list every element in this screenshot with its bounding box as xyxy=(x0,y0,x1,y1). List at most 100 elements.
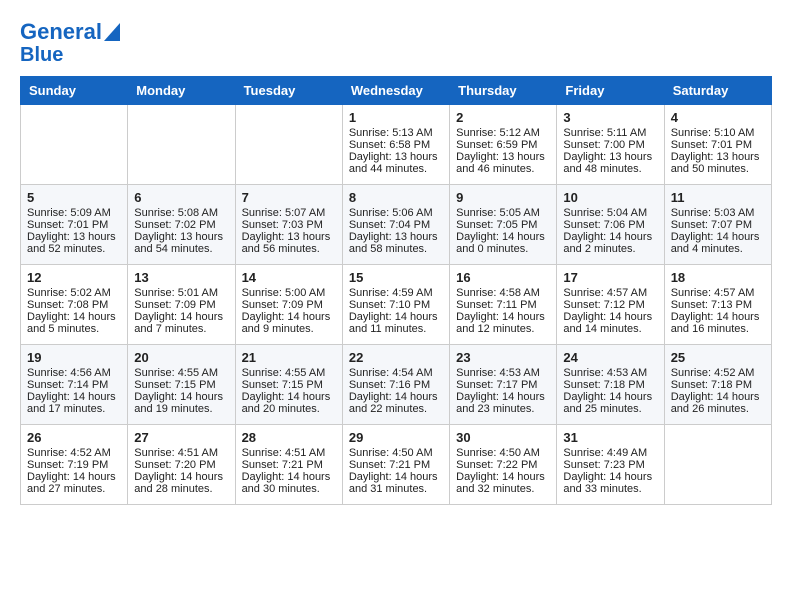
calendar-body: 1Sunrise: 5:13 AMSunset: 6:58 PMDaylight… xyxy=(21,105,772,505)
weekday-header: Saturday xyxy=(664,77,771,105)
calendar-cell: 14Sunrise: 5:00 AMSunset: 7:09 PMDayligh… xyxy=(235,265,342,345)
day-number: 4 xyxy=(671,110,765,125)
daylight-text: Daylight: 14 hours and 23 minutes. xyxy=(456,391,550,415)
day-number: 29 xyxy=(349,430,443,445)
page-header: General Blue xyxy=(20,20,772,66)
sunrise-text: Sunrise: 4:49 AM xyxy=(563,447,657,459)
calendar-cell: 25 Sunrise: 4:52 AMSunset: 7:18 PMDayligh… xyxy=(664,345,771,425)
calendar-cell: 29 Sunrise: 4:50 AMSunset: 7:21 PMDayligh… xyxy=(342,425,449,505)
logo-blue-text: Blue xyxy=(20,44,120,66)
day-number: 15 xyxy=(349,270,443,285)
day-number: 14 xyxy=(242,270,336,285)
daylight-text: Daylight: 14 hours and 31 minutes. xyxy=(349,471,443,495)
daylight-text: Daylight: 13 hours and 56 minutes. xyxy=(242,231,336,255)
logo: General Blue xyxy=(20,20,120,66)
daylight-text: Daylight: 13 hours and 50 minutes. xyxy=(671,151,765,175)
sunset-text: Sunset: 7:16 PM xyxy=(349,379,443,391)
daylight-text: Daylight: 13 hours and 44 minutes. xyxy=(349,151,443,175)
sunrise-text: Sunrise: 5:10 AM xyxy=(671,127,765,139)
sunset-text: Sunset: 7:23 PM xyxy=(563,459,657,471)
sunrise-text: Sunrise: 4:53 AM xyxy=(456,367,550,379)
sunrise-text: Sunrise: 4:50 AM xyxy=(349,447,443,459)
weekday-header: Tuesday xyxy=(235,77,342,105)
sunrise-text: Sunrise: 4:54 AM xyxy=(349,367,443,379)
sunrise-text: Sunrise: 4:59 AM xyxy=(349,287,443,299)
calendar-cell: 12Sunrise: 5:02 AMSunset: 7:08 PMDayligh… xyxy=(21,265,128,345)
sunrise-text: Sunrise: 4:56 AM xyxy=(27,367,121,379)
sunset-text: Sunset: 7:15 PM xyxy=(134,379,228,391)
sunset-text: Sunset: 7:15 PM xyxy=(242,379,336,391)
calendar-cell: 2Sunrise: 5:12 AMSunset: 6:59 PMDaylight… xyxy=(450,105,557,185)
daylight-text: Daylight: 14 hours and 12 minutes. xyxy=(456,311,550,335)
day-number: 13 xyxy=(134,270,228,285)
calendar-cell: 22Sunrise: 4:54 AMSunset: 7:16 PMDayligh… xyxy=(342,345,449,425)
day-number: 27 xyxy=(134,430,228,445)
calendar-cell: 26 Sunrise: 4:52 AMSunset: 7:19 PMDayligh… xyxy=(21,425,128,505)
sunset-text: Sunset: 7:21 PM xyxy=(242,459,336,471)
sunset-text: Sunset: 7:04 PM xyxy=(349,219,443,231)
day-number: 7 xyxy=(242,190,336,205)
daylight-text: Daylight: 14 hours and 22 minutes. xyxy=(349,391,443,415)
sunrise-text: Sunrise: 4:52 AM xyxy=(27,447,121,459)
day-number: 30 xyxy=(456,430,550,445)
sunset-text: Sunset: 6:58 PM xyxy=(349,139,443,151)
calendar-week-row: 1Sunrise: 5:13 AMSunset: 6:58 PMDaylight… xyxy=(21,105,772,185)
sunset-text: Sunset: 7:06 PM xyxy=(563,219,657,231)
calendar-cell: 15Sunrise: 4:59 AMSunset: 7:10 PMDayligh… xyxy=(342,265,449,345)
day-number: 11 xyxy=(671,190,765,205)
daylight-text: Daylight: 14 hours and 14 minutes. xyxy=(563,311,657,335)
calendar-cell: 18Sunrise: 4:57 AMSunset: 7:13 PMDayligh… xyxy=(664,265,771,345)
sunrise-text: Sunrise: 4:52 AM xyxy=(671,367,765,379)
calendar-cell xyxy=(128,105,235,185)
day-number: 2 xyxy=(456,110,550,125)
calendar-cell: 31Sunrise: 4:49 AMSunset: 7:23 PMDayligh… xyxy=(557,425,664,505)
sunset-text: Sunset: 7:02 PM xyxy=(134,219,228,231)
daylight-text: Daylight: 13 hours and 46 minutes. xyxy=(456,151,550,175)
daylight-text: Daylight: 14 hours and 4 minutes. xyxy=(671,231,765,255)
day-number: 23 xyxy=(456,350,550,365)
daylight-text: Daylight: 14 hours and 0 minutes. xyxy=(456,231,550,255)
day-number: 20 xyxy=(134,350,228,365)
sunset-text: Sunset: 7:08 PM xyxy=(27,299,121,311)
daylight-text: Daylight: 14 hours and 26 minutes. xyxy=(671,391,765,415)
calendar-cell: 4Sunrise: 5:10 AMSunset: 7:01 PMDaylight… xyxy=(664,105,771,185)
day-number: 24 xyxy=(563,350,657,365)
calendar-header-row: SundayMondayTuesdayWednesdayThursdayFrid… xyxy=(21,77,772,105)
daylight-text: Daylight: 13 hours and 48 minutes. xyxy=(563,151,657,175)
sunset-text: Sunset: 7:21 PM xyxy=(349,459,443,471)
sunset-text: Sunset: 7:03 PM xyxy=(242,219,336,231)
sunset-text: Sunset: 7:18 PM xyxy=(671,379,765,391)
day-number: 5 xyxy=(27,190,121,205)
sunrise-text: Sunrise: 5:05 AM xyxy=(456,207,550,219)
sunrise-text: Sunrise: 4:58 AM xyxy=(456,287,550,299)
calendar-cell xyxy=(21,105,128,185)
calendar-cell: 10Sunrise: 5:04 AMSunset: 7:06 PMDayligh… xyxy=(557,185,664,265)
sunset-text: Sunset: 6:59 PM xyxy=(456,139,550,151)
calendar-cell xyxy=(664,425,771,505)
daylight-text: Daylight: 13 hours and 52 minutes. xyxy=(27,231,121,255)
sunset-text: Sunset: 7:18 PM xyxy=(563,379,657,391)
day-number: 19 xyxy=(27,350,121,365)
daylight-text: Daylight: 14 hours and 27 minutes. xyxy=(27,471,121,495)
day-number: 25 xyxy=(671,350,765,365)
day-number: 9 xyxy=(456,190,550,205)
sunset-text: Sunset: 7:19 PM xyxy=(27,459,121,471)
calendar-cell: 27Sunrise: 4:51 AMSunset: 7:20 PMDayligh… xyxy=(128,425,235,505)
calendar-cell: 30Sunrise: 4:50 AMSunset: 7:22 PMDayligh… xyxy=(450,425,557,505)
calendar-cell: 17Sunrise: 4:57 AMSunset: 7:12 PMDayligh… xyxy=(557,265,664,345)
logo-arrow-icon xyxy=(104,23,120,41)
day-number: 26 xyxy=(27,430,121,445)
sunrise-text: Sunrise: 4:50 AM xyxy=(456,447,550,459)
calendar-cell: 23Sunrise: 4:53 AMSunset: 7:17 PMDayligh… xyxy=(450,345,557,425)
sunset-text: Sunset: 7:10 PM xyxy=(349,299,443,311)
calendar-cell: 24Sunrise: 4:53 AMSunset: 7:18 PMDayligh… xyxy=(557,345,664,425)
sunset-text: Sunset: 7:20 PM xyxy=(134,459,228,471)
sunrise-text: Sunrise: 5:11 AM xyxy=(563,127,657,139)
day-number: 6 xyxy=(134,190,228,205)
weekday-header: Friday xyxy=(557,77,664,105)
sunset-text: Sunset: 7:22 PM xyxy=(456,459,550,471)
daylight-text: Daylight: 14 hours and 28 minutes. xyxy=(134,471,228,495)
daylight-text: Daylight: 14 hours and 9 minutes. xyxy=(242,311,336,335)
sunset-text: Sunset: 7:00 PM xyxy=(563,139,657,151)
calendar-cell: 19Sunrise: 4:56 AMSunset: 7:14 PMDayligh… xyxy=(21,345,128,425)
